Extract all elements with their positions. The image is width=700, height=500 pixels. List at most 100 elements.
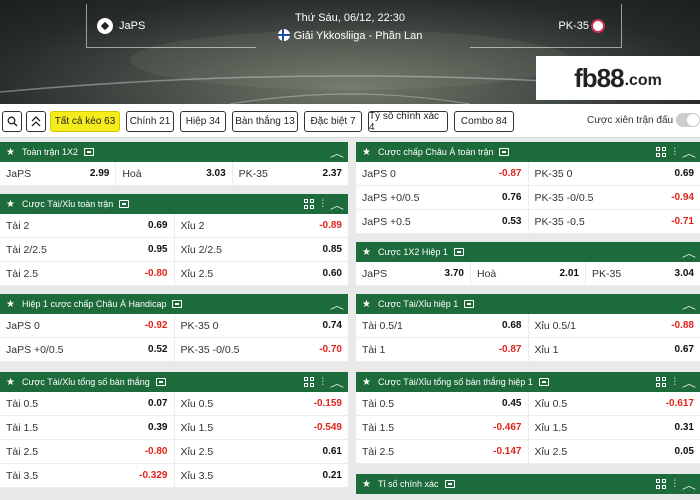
star-icon[interactable]: ★ — [6, 299, 15, 310]
odds-cell[interactable]: JaPS +0/0.5 0.52 — [0, 338, 175, 361]
odds-cell[interactable]: Hoà 2.01 — [471, 262, 586, 285]
odds-cell[interactable]: PK-35 -0/0.5 -0.94 — [529, 186, 700, 209]
tab-half[interactable]: Hiệp 34 — [180, 111, 226, 132]
odds-cell[interactable]: Xỉu 2 -0.89 — [175, 214, 349, 237]
odds-cell[interactable]: Tài 1.5 0.39 — [0, 416, 175, 439]
sliders-icon[interactable]: ⫶ — [322, 377, 325, 388]
bet-label: Hoà — [477, 267, 497, 280]
panel-correct-score: ★ Tỉ số chính xác ⫶ ︿ — [356, 474, 700, 494]
chevron-up-icon[interactable]: ︿ — [682, 245, 696, 260]
sliders-icon[interactable]: ⫶ — [674, 147, 677, 158]
bet-label: PK-35 -0/0.5 — [534, 191, 594, 204]
tv-icon — [499, 148, 510, 156]
bet-label: Xỉu 0.5 — [180, 397, 214, 410]
odds-cell[interactable]: Tài 2.5 -0.80 — [0, 440, 175, 463]
bet-label: JaPS +0/0.5 — [362, 191, 420, 204]
odds-cell[interactable]: Hoà 3.03 — [116, 162, 233, 185]
panel-first-half-handicap: ★ Hiệp 1 cược chấp Châu Á Handicap ︿ JaPS 0… — [0, 294, 348, 362]
odds-cell[interactable]: Tài 2.5 -0.147 — [356, 440, 529, 463]
odds-value: -0.549 — [313, 422, 342, 433]
odds-cell[interactable]: Tài 3.5 -0.329 — [0, 464, 175, 487]
chevron-up-icon[interactable]: ︿ — [682, 375, 696, 390]
chevron-up-icon[interactable]: ︿ — [330, 197, 344, 212]
odds-row: Tài 2 0.69 Xỉu 2 -0.89 — [0, 214, 348, 238]
odds-cell[interactable]: Xỉu 0.5 -0.159 — [175, 392, 349, 415]
chevron-up-icon[interactable]: ︿ — [682, 297, 696, 312]
panel-header[interactable]: ★ Cược chấp Châu Á toàn trận ⫶ ︿ — [356, 142, 700, 162]
grid-view-icon[interactable] — [655, 377, 666, 387]
odds-cell[interactable]: PK-35 3.04 — [586, 262, 700, 285]
odds-cell[interactable]: JaPS 0 -0.92 — [0, 314, 175, 337]
combo-bet-toggle[interactable] — [676, 113, 700, 127]
chevron-up-icon[interactable]: ︿ — [330, 145, 344, 160]
panel-header[interactable]: ★ Cược Tài/Xỉu tổng số bàn thắng hiệp 1 ⫶ ︿ — [356, 372, 700, 392]
sliders-icon[interactable]: ⫶ — [674, 377, 677, 388]
tab-correct-score[interactable]: Tỷ số chính xác 4 — [368, 111, 448, 133]
star-icon[interactable]: ★ — [362, 147, 371, 158]
odds-cell[interactable]: Xỉu 1.5 0.31 — [529, 416, 700, 439]
tab-special[interactable]: Đặc biệt 7 — [304, 111, 362, 132]
odds-cell[interactable]: JaPS 2.99 — [0, 162, 117, 185]
odds-cell[interactable]: Tài 0.5 0.07 — [0, 392, 175, 415]
odds-cell[interactable]: PK-35 2.37 — [233, 162, 348, 185]
tab-all-bets[interactable]: Tất cả kèo 63 — [50, 111, 120, 132]
panel-header[interactable]: ★ Cược Tài/Xỉu toàn trận ⫶ ︿ — [0, 194, 348, 214]
odds-cell[interactable]: Tài 1.5 -0.467 — [356, 416, 529, 439]
collapse-all-button[interactable] — [26, 111, 46, 132]
odds-cell[interactable]: Tài 0.5/1 0.68 — [356, 314, 529, 337]
odds-cell[interactable]: PK-35 0 0.69 — [529, 162, 700, 185]
odds-cell[interactable]: Tài 1 -0.87 — [356, 338, 529, 361]
grid-view-icon[interactable] — [303, 199, 314, 209]
odds-cell[interactable]: Xỉu 0.5 -0.617 — [529, 392, 700, 415]
odds-cell[interactable]: Xỉu 3.5 0.21 — [175, 464, 349, 487]
panel-header[interactable]: ★ Toàn trận 1X2 ︿ — [0, 142, 348, 162]
odds-cell[interactable]: Tài 0.5 0.45 — [356, 392, 529, 415]
grid-view-icon[interactable] — [655, 479, 666, 489]
star-icon[interactable]: ★ — [6, 199, 15, 210]
grid-view-icon[interactable] — [303, 377, 314, 387]
odds-value: -0.87 — [498, 344, 522, 355]
chevron-up-icon[interactable]: ︿ — [330, 297, 344, 312]
panel-header[interactable]: ★ Tỉ số chính xác ⫶ ︿ — [356, 474, 700, 494]
odds-cell[interactable]: JaPS +0/0.5 0.76 — [356, 186, 529, 209]
star-icon[interactable]: ★ — [362, 247, 371, 258]
odds-cell[interactable]: Xỉu 2/2.5 0.85 — [175, 238, 349, 261]
odds-cell[interactable]: JaPS 0 -0.87 — [356, 162, 529, 185]
chevron-up-icon[interactable]: ︿ — [682, 145, 696, 160]
tab-combo[interactable]: Combo 84 — [454, 111, 514, 132]
panel-header[interactable]: ★ Cược 1X2 Hiệp 1 ︿ — [356, 242, 700, 262]
panel-header[interactable]: ★ Cược Tài/Xỉu tổng số bàn thắng ⫶ ︿ — [0, 372, 348, 392]
panel-title: Hiệp 1 cược chấp Châu Á Handicap — [21, 299, 167, 309]
tab-main[interactable]: Chính 21 — [126, 111, 174, 132]
chevron-up-icon[interactable]: ︿ — [682, 477, 696, 492]
odds-cell[interactable]: Xỉu 1.5 -0.549 — [175, 416, 349, 439]
star-icon[interactable]: ★ — [362, 377, 371, 388]
search-button[interactable] — [2, 111, 22, 132]
odds-cell[interactable]: Xỉu 2.5 0.05 — [529, 440, 700, 463]
star-icon[interactable]: ★ — [362, 299, 371, 310]
tab-goals[interactable]: Bàn thắng 13 — [232, 111, 298, 132]
panel-header[interactable]: ★ Cược Tài/Xỉu hiệp 1 ︿ — [356, 294, 700, 314]
odds-value: 0.07 — [148, 398, 168, 409]
odds-cell[interactable]: Tài 2.5 -0.80 — [0, 262, 175, 285]
odds-cell[interactable]: PK-35 -0/0.5 -0.70 — [175, 338, 349, 361]
odds-cell[interactable]: PK-35 0 0.74 — [175, 314, 349, 337]
tv-icon — [538, 378, 549, 386]
star-icon[interactable]: ★ — [6, 147, 15, 158]
odds-cell[interactable]: PK-35 -0.5 -0.71 — [529, 210, 700, 233]
odds-cell[interactable]: Tài 2/2.5 0.95 — [0, 238, 175, 261]
odds-cell[interactable]: JaPS +0.5 0.53 — [356, 210, 529, 233]
grid-view-icon[interactable] — [655, 147, 666, 157]
odds-cell[interactable]: Xỉu 2.5 0.61 — [175, 440, 349, 463]
odds-cell[interactable]: Xỉu 0.5/1 -0.88 — [529, 314, 700, 337]
panel-header[interactable]: ★ Hiệp 1 cược chấp Châu Á Handicap ︿ — [0, 294, 348, 314]
odds-cell[interactable]: Xỉu 1 0.67 — [529, 338, 700, 361]
star-icon[interactable]: ★ — [362, 479, 371, 490]
odds-cell[interactable]: Tài 2 0.69 — [0, 214, 175, 237]
star-icon[interactable]: ★ — [6, 377, 15, 388]
odds-cell[interactable]: JaPS 3.70 — [356, 262, 471, 285]
sliders-icon[interactable]: ⫶ — [322, 199, 325, 210]
sliders-icon[interactable]: ⫶ — [674, 479, 677, 490]
chevron-up-icon[interactable]: ︿ — [330, 375, 344, 390]
odds-cell[interactable]: Xỉu 2.5 0.60 — [175, 262, 349, 285]
